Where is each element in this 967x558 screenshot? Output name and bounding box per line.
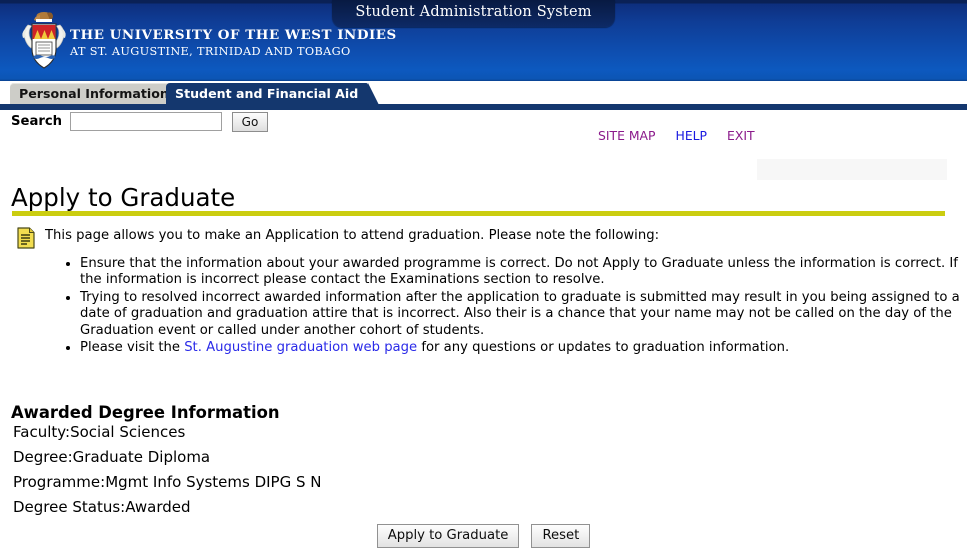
- section-divider-rule: [12, 211, 945, 216]
- form-action-bar: Apply to Graduate Reset: [0, 524, 967, 548]
- programme-value: Mgmt Info Systems DIPG S N: [105, 473, 322, 491]
- graduation-web-page-link[interactable]: St. Augustine graduation web page: [184, 340, 417, 355]
- help-link[interactable]: HELP: [676, 128, 708, 143]
- search-label: Search: [11, 114, 63, 129]
- bullet-2-text: Trying to resolved incorrect awarded inf…: [80, 289, 960, 338]
- list-item: Ensure that the information about your a…: [80, 256, 967, 289]
- utility-nav-links: SITE MAP HELP EXIT: [598, 128, 775, 143]
- list-item: Trying to resolved incorrect awarded inf…: [80, 290, 967, 339]
- degree-row-faculty: Faculty:Social Sciences: [13, 420, 322, 445]
- reset-button[interactable]: Reset: [531, 524, 591, 548]
- site-map-link[interactable]: SITE MAP: [598, 128, 656, 143]
- bullet-3-text-after: for any questions or updates to graduati…: [417, 340, 790, 356]
- bullet-1-text: Ensure that the information about your a…: [80, 256, 958, 288]
- tab-student-and-financial-aid[interactable]: Student and Financial Aid: [166, 83, 380, 105]
- degree-value: Graduate Diploma: [72, 448, 211, 466]
- degree-row-programme: Programme:Mgmt Info Systems DIPG S N: [13, 470, 322, 495]
- search-input[interactable]: [70, 112, 222, 131]
- site-banner: Student Administration System THE UNIVER…: [0, 0, 967, 81]
- degree-status-value: Awarded: [125, 498, 191, 516]
- list-item: Please visit the St. Augustine graduatio…: [80, 340, 967, 356]
- faculty-label: Faculty:: [13, 423, 71, 441]
- note-document-icon: [17, 227, 35, 249]
- faculty-value: Social Sciences: [70, 423, 186, 441]
- degree-row-status: Degree Status:Awarded: [13, 495, 322, 520]
- exit-link[interactable]: EXIT: [727, 128, 755, 143]
- awarded-degree-details: Faculty:Social Sciences Degree:Graduate …: [13, 420, 322, 520]
- university-name-line1: THE UNIVERSITY OF THE WEST INDIES: [70, 27, 397, 43]
- uwi-crest-icon: [16, 9, 72, 73]
- main-tab-bar: Personal Information Student and Financi…: [0, 81, 967, 110]
- degree-label: Degree:: [13, 448, 73, 466]
- degree-status-label: Degree Status:: [13, 498, 126, 516]
- bullet-3-text-before: Please visit the: [80, 340, 185, 356]
- instructions-list: Ensure that the information about your a…: [58, 256, 967, 357]
- awarded-degree-heading: Awarded Degree Information: [11, 402, 280, 422]
- system-title-tab: Student Administration System: [332, 0, 615, 27]
- note-text: This page allows you to make an Applicat…: [45, 228, 660, 243]
- search-row: Search Go: [0, 112, 967, 136]
- degree-row-degree: Degree:Graduate Diploma: [13, 445, 322, 470]
- programme-label: Programme:: [13, 473, 106, 491]
- header-placeholder-box: [757, 159, 947, 180]
- university-name-line2: AT ST. AUGUSTINE, TRINIDAD AND TOBAGO: [70, 45, 351, 58]
- search-go-button[interactable]: Go: [232, 112, 268, 132]
- university-name: THE UNIVERSITY OF THE WEST INDIES AT ST.…: [70, 27, 397, 59]
- page-title: Apply to Graduate: [11, 183, 236, 213]
- tab-underline-bar: [0, 104, 967, 110]
- apply-to-graduate-button[interactable]: Apply to Graduate: [376, 524, 520, 548]
- tab-personal-information[interactable]: Personal Information: [10, 83, 189, 105]
